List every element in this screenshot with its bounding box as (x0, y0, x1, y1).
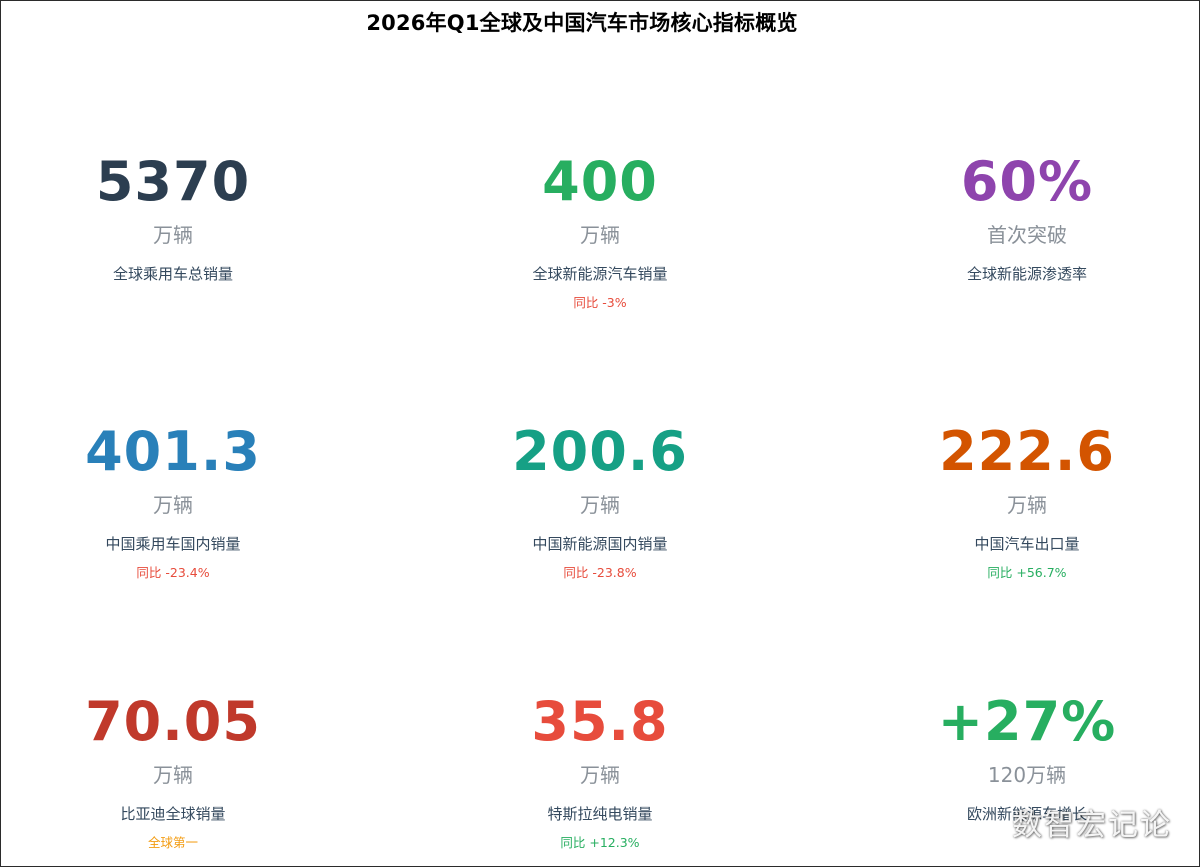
page-title: 2026年Q1全球及中国汽车市场核心指标概览 (366, 11, 798, 35)
metric-card-china-nev-domestic: 200.6 万辆 中国新能源国内销量 同比 -23.8% (400, 420, 800, 590)
metric-unit: 首次突破 (987, 223, 1067, 247)
metric-label: 中国新能源国内销量 (532, 535, 668, 553)
metric-value: 70.05 (85, 690, 261, 753)
metric-change: 同比 -23.4% (136, 565, 210, 580)
metric-unit: 万辆 (153, 763, 193, 787)
metric-label: 比亚迪全球销量 (120, 805, 226, 823)
metric-card-byd-global-sales: 70.05 万辆 比亚迪全球销量 全球第一 (0, 690, 373, 860)
watermark-text: 数智宏记论 (1012, 808, 1172, 843)
metric-unit: 万辆 (580, 493, 620, 517)
metric-card-china-passenger-domestic: 401.3 万辆 中国乘用车国内销量 同比 -23.4% (0, 420, 373, 590)
metric-value: +27% (937, 690, 1117, 753)
metric-label: 特斯拉纯电销量 (547, 805, 653, 823)
metric-value: 200.6 (512, 420, 688, 483)
metric-label: 中国汽车出口量 (974, 535, 1080, 553)
metric-unit: 万辆 (1007, 493, 1047, 517)
metric-value: 400 (542, 150, 658, 213)
metric-change: 同比 -3% (573, 295, 627, 310)
metric-unit: 万辆 (153, 223, 193, 247)
metric-value: 60% (960, 150, 1094, 213)
metric-card-global-passenger-sales: 5370 万辆 全球乘用车总销量 (0, 150, 373, 320)
metric-unit: 万辆 (153, 493, 193, 517)
metric-label: 全球新能源渗透率 (966, 265, 1087, 283)
metric-value: 401.3 (85, 420, 261, 483)
metric-unit: 万辆 (580, 763, 620, 787)
metric-card-tesla-bev-sales: 35.8 万辆 特斯拉纯电销量 同比 +12.3% (400, 690, 800, 860)
metric-label: 中国乘用车国内销量 (105, 535, 241, 553)
metric-unit: 120万辆 (987, 763, 1067, 787)
metric-unit: 万辆 (580, 223, 620, 247)
metric-value: 222.6 (939, 420, 1115, 483)
metric-label: 全球乘用车总销量 (112, 265, 233, 283)
metric-label: 全球新能源汽车销量 (532, 265, 668, 283)
metric-change: 全球第一 (147, 835, 198, 850)
metric-value: 35.8 (531, 690, 669, 753)
metric-change: 同比 -23.8% (563, 565, 637, 580)
metric-value: 5370 (95, 150, 251, 213)
metric-card-global-nev-sales: 400 万辆 全球新能源汽车销量 同比 -3% (400, 150, 800, 320)
metric-change: 同比 +56.7% (987, 565, 1067, 580)
metric-card-global-nev-penetration: 60% 首次突破 全球新能源渗透率 (827, 150, 1200, 320)
metric-change: 同比 +12.3% (560, 835, 640, 850)
metric-card-china-auto-export: 222.6 万辆 中国汽车出口量 同比 +56.7% (827, 420, 1200, 590)
